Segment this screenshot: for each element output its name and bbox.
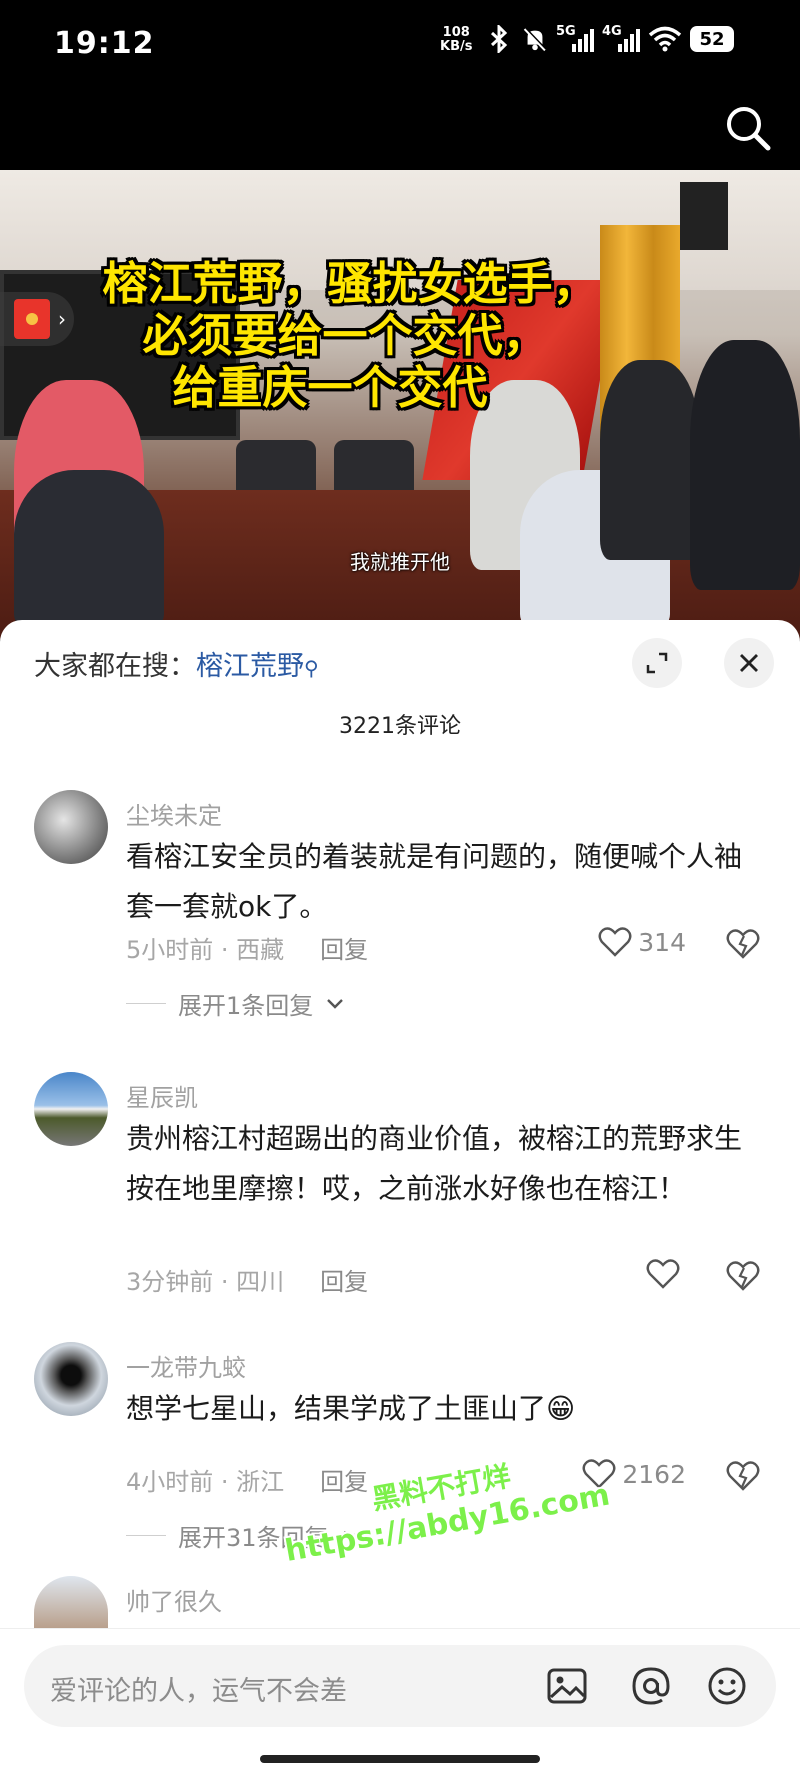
video-person [690, 340, 800, 590]
emoji-icon [708, 1667, 746, 1705]
wifi-icon [648, 25, 682, 53]
home-indicator[interactable] [260, 1755, 540, 1763]
video-person [14, 470, 164, 630]
chevron-down-icon [327, 998, 344, 1009]
image-icon [547, 1668, 587, 1704]
like-count: 2162 [622, 1459, 686, 1489]
expand-replies-label: 展开1条回复 [178, 992, 314, 1020]
avatar[interactable] [34, 790, 108, 864]
emoji-button[interactable] [704, 1663, 750, 1709]
comments-sheet: 大家都在搜：榕江荒野⚲ 3221条评论 尘埃未定 看榕江安全员的着装就是有问题的… [0, 620, 800, 1777]
hot-search: 大家都在搜：榕江荒野⚲ [34, 644, 319, 683]
comment-count: 3221条评论 [339, 714, 461, 739]
comment-location: 四川 [236, 1268, 285, 1296]
like-button[interactable]: 314 [598, 926, 686, 958]
battery-indicator: 52 [690, 26, 734, 52]
comment-text: 看榕江安全员的着装就是有问题的，随便喊个人袖套一套就ok了。 [126, 840, 743, 923]
comment-meta: 5小时前 · 西藏 回复 [126, 930, 368, 965]
comment-username[interactable]: 星辰凯 [126, 1078, 198, 1113]
close-button[interactable] [724, 638, 774, 688]
grin-emoji: 😁 [546, 1392, 576, 1425]
heart-icon [646, 1259, 680, 1289]
network-speed-unit: KB/s [440, 39, 473, 54]
divider-line [126, 1535, 166, 1536]
video-title-line: 榕江荒野，骚扰女选手， [102, 257, 598, 310]
mention-button[interactable] [628, 1663, 674, 1709]
avatar[interactable] [34, 1576, 108, 1628]
comment-time: 3分钟前 · 四川 [126, 1268, 285, 1296]
comment-input-bar: 爱评论的人，运气不会差 [0, 1628, 800, 1777]
comment-location: 浙江 [236, 1468, 285, 1496]
chevron-right-icon: › [58, 307, 66, 331]
search-button[interactable] [722, 102, 774, 154]
hot-search-keyword[interactable]: 榕江荒野 [196, 651, 304, 682]
video-player[interactable]: 榕江荒野，骚扰女选手， 必须要给一个交代， 给重庆一个交代 我就推开他 › [0, 170, 800, 640]
avatar[interactable] [34, 1072, 108, 1146]
dislike-icon [726, 1461, 760, 1491]
dislike-button[interactable] [726, 928, 760, 964]
search-small-icon: ⚲ [304, 656, 319, 680]
heart-icon [598, 927, 632, 957]
video-caption: 我就推开他 [350, 550, 450, 574]
video-overlay-title: 榕江荒野，骚扰女选手， 必须要给一个交代， 给重庆一个交代 [0, 258, 700, 414]
signal-5g-icon: 5G [556, 24, 594, 54]
status-icons: 5G 4G 52 [488, 24, 734, 54]
status-bar: 19:12 108 KB/s 5G 4G 52 [0, 0, 800, 90]
signal-4g-icon: 4G [602, 24, 640, 54]
search-icon [727, 107, 771, 151]
image-button[interactable] [544, 1663, 590, 1709]
video-title-line: 给重庆一个交代 [172, 361, 488, 414]
top-bar [0, 90, 800, 170]
comment-text: 贵州榕江村超踢出的商业价值，被榕江的荒野求生按在地里摩擦！哎，之前涨水好像也在榕… [126, 1122, 743, 1205]
red-packet-icon [14, 299, 50, 339]
bluetooth-icon [488, 25, 514, 53]
network-speed-value: 108 [442, 25, 470, 40]
reply-button[interactable]: 回复 [320, 930, 368, 965]
network-speed: 108 KB/s [440, 26, 472, 54]
dislike-icon [726, 929, 760, 959]
comment-time-text: 4小时前 [126, 1468, 214, 1496]
expand-button[interactable] [632, 638, 682, 688]
comment-username[interactable]: 一龙带九蛟 [126, 1348, 246, 1383]
divider-line [126, 1003, 166, 1004]
at-icon [632, 1667, 670, 1705]
comment-input[interactable]: 爱评论的人，运气不会差 [24, 1645, 776, 1727]
mute-bell-icon [522, 25, 548, 53]
expand-icon [646, 652, 668, 674]
comment-username[interactable]: 帅了很久 [126, 1582, 222, 1617]
comment-location: 西藏 [236, 936, 285, 964]
avatar[interactable] [34, 1342, 108, 1416]
comment-time-text: 5小时前 [126, 936, 214, 964]
comment-text: 想学七星山，结果学成了土匪山了😁 [126, 1384, 766, 1434]
comment-username[interactable]: 尘埃未定 [126, 796, 222, 831]
red-packet-button[interactable]: › [0, 292, 74, 346]
dislike-button[interactable] [726, 1460, 760, 1496]
hot-search-label: 大家都在搜： [34, 651, 196, 682]
video-title-line: 必须要给一个交代， [142, 309, 548, 362]
status-time: 19:12 [54, 26, 155, 61]
close-icon [740, 654, 758, 672]
like-count: 314 [638, 927, 686, 957]
video-speaker [680, 182, 728, 250]
comment-time-text: 3分钟前 [126, 1268, 214, 1296]
dislike-button[interactable] [726, 1260, 760, 1296]
dislike-icon [726, 1261, 760, 1291]
comment-meta: 3分钟前 · 四川 回复 [126, 1262, 368, 1297]
comment-input-placeholder: 爱评论的人，运气不会差 [50, 1676, 347, 1707]
like-button[interactable] [646, 1258, 686, 1290]
comment-time: 5小时前 · 西藏 [126, 936, 285, 964]
reply-button[interactable]: 回复 [320, 1262, 368, 1297]
comment-text-body: 想学七星山，结果学成了土匪山了 [126, 1392, 547, 1425]
comment-time: 4小时前 · 浙江 [126, 1468, 285, 1496]
expand-replies-button[interactable]: 展开1条回复 [126, 986, 345, 1021]
